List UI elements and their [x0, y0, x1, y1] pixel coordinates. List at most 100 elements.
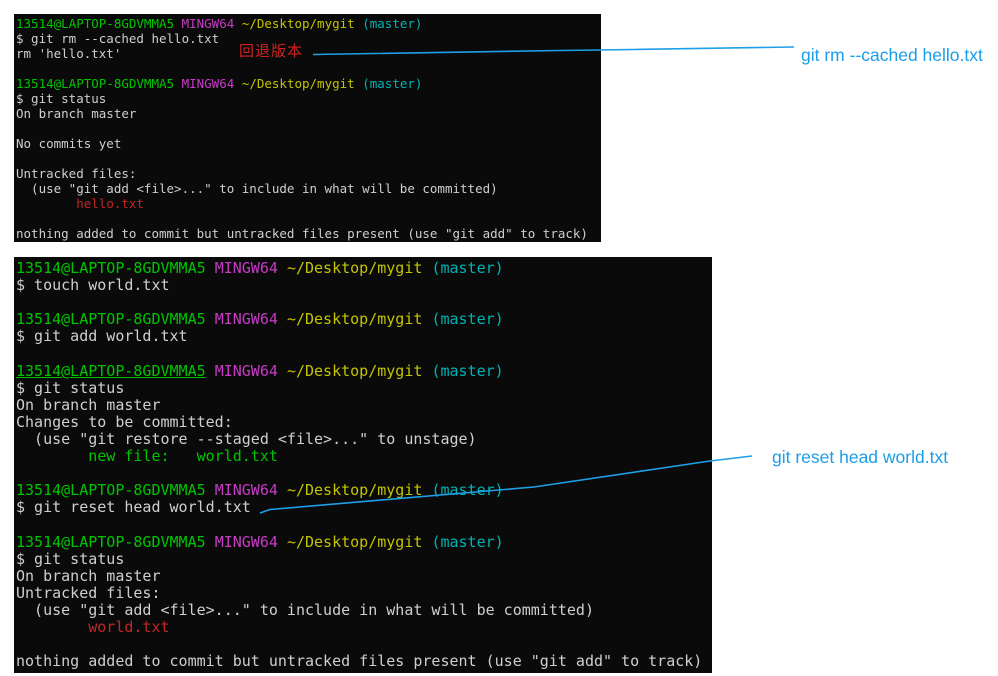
terminal-text-segment: (use "git add <file>..." to include in w…: [16, 601, 594, 619]
terminal-text-segment: (master): [431, 533, 503, 551]
terminal-text-segment: $ git reset head world.txt: [16, 498, 251, 516]
terminal-text-segment: (master): [431, 259, 503, 277]
terminal-text-segment: nothing added to commit but untracked fi…: [16, 652, 702, 670]
git-bash-terminal-bottom: 13514@LAPTOP-8GDVMMA5 MINGW64 ~/Desktop/…: [14, 257, 712, 673]
terminal-text-segment: (master): [362, 16, 422, 31]
terminal-line: $ git add world.txt: [16, 328, 712, 345]
annotation-note-git-reset: git reset head world.txt: [772, 447, 948, 468]
terminal-line: [16, 516, 712, 533]
terminal-text-segment: ~/Desktop/mygit: [287, 310, 422, 328]
terminal-text-segment: ~/Desktop/mygit: [242, 76, 355, 91]
terminal-text-segment: nothing added to commit but untracked fi…: [16, 226, 588, 241]
terminal-text-segment: $ git status: [16, 379, 124, 397]
terminal-text-segment: [206, 310, 215, 328]
terminal-text-segment: (master): [431, 362, 503, 380]
terminal-text-segment: On branch master: [16, 106, 136, 121]
terminal-line: 13514@LAPTOP-8GDVMMA5 MINGW64 ~/Desktop/…: [16, 16, 601, 31]
terminal-line: Changes to be committed:: [16, 414, 712, 431]
terminal-line: 13514@LAPTOP-8GDVMMA5 MINGW64 ~/Desktop/…: [16, 76, 601, 91]
terminal-line: world.txt: [16, 619, 712, 636]
terminal-text-segment: $ git status: [16, 91, 106, 106]
terminal-text-segment: [16, 196, 76, 211]
terminal-line: [16, 636, 712, 653]
terminal-text-segment: ~/Desktop/mygit: [242, 16, 355, 31]
terminal-line: (use "git restore --staged <file>..." to…: [16, 431, 712, 448]
terminal-line: On branch master: [16, 397, 712, 414]
terminal-text-segment: [278, 533, 287, 551]
terminal-text-segment: [206, 533, 215, 551]
terminal-text-segment: MINGW64: [182, 76, 235, 91]
terminal-text-segment: new file: world.txt: [88, 447, 278, 465]
terminal-text-segment: [16, 447, 88, 465]
terminal-line: [16, 61, 601, 76]
terminal-text-segment: No commits yet: [16, 136, 121, 151]
terminal-line: $ git rm --cached hello.txt: [16, 31, 601, 46]
terminal-text-segment: hello.txt: [76, 196, 144, 211]
terminal-text-segment: [174, 16, 182, 31]
terminal-line: $ git reset head world.txt: [16, 499, 712, 516]
terminal-line: rm 'hello.txt': [16, 46, 601, 61]
terminal-text-segment: [206, 481, 215, 499]
terminal-line: [16, 211, 601, 226]
terminal-text-segment: [278, 362, 287, 380]
terminal-text-segment: Untracked files:: [16, 166, 136, 181]
terminal-text-segment: (use "git add <file>..." to include in w…: [16, 181, 498, 196]
terminal-line: 13514@LAPTOP-8GDVMMA5 MINGW64 ~/Desktop/…: [16, 311, 712, 328]
terminal-text-segment: ~/Desktop/mygit: [287, 259, 422, 277]
terminal-line: 13514@LAPTOP-8GDVMMA5 MINGW64 ~/Desktop/…: [16, 482, 712, 499]
terminal-text-segment: On branch master: [16, 396, 161, 414]
terminal-text-segment: $ git rm --cached hello.txt: [16, 31, 219, 46]
terminal-text-segment: MINGW64: [215, 533, 278, 551]
terminal-line: nothing added to commit but untracked fi…: [16, 653, 712, 670]
terminal-line: Untracked files:: [16, 585, 712, 602]
terminal-text-segment: [206, 259, 215, 277]
terminal-text-segment: Changes to be committed:: [16, 413, 233, 431]
terminal-line: Untracked files:: [16, 166, 601, 181]
terminal-line: [16, 121, 601, 136]
terminal-text-segment: $ touch world.txt: [16, 276, 170, 294]
terminal-text-segment: (master): [431, 310, 503, 328]
terminal-line: [16, 294, 712, 311]
terminal-text-segment: MINGW64: [215, 259, 278, 277]
terminal-line: 13514@LAPTOP-8GDVMMA5 MINGW64 ~/Desktop/…: [16, 363, 712, 380]
terminal-line: (use "git add <file>..." to include in w…: [16, 602, 712, 619]
terminal-text-segment: 13514@LAPTOP-8GDVMMA5: [16, 481, 206, 499]
terminal-text-segment: rm 'hello.txt': [16, 46, 121, 61]
terminal-line: $ git status: [16, 380, 712, 397]
terminal-line: 13514@LAPTOP-8GDVMMA5 MINGW64 ~/Desktop/…: [16, 534, 712, 551]
terminal-line: On branch master: [16, 568, 712, 585]
terminal-line: On branch master: [16, 106, 601, 121]
annotation-note-git-rm: git rm --cached hello.txt: [801, 45, 983, 66]
terminal-text-segment: [278, 259, 287, 277]
terminal-line: new file: world.txt: [16, 448, 712, 465]
terminal-line: No commits yet: [16, 136, 601, 151]
terminal-text-segment: 13514@LAPTOP-8GDVMMA5: [16, 310, 206, 328]
terminal-text-segment: [278, 481, 287, 499]
terminal-text-segment: 13514@LAPTOP-8GDVMMA5: [16, 16, 174, 31]
terminal-text-segment: MINGW64: [215, 481, 278, 499]
terminal-text-segment: (master): [362, 76, 422, 91]
terminal-text-segment: MINGW64: [215, 310, 278, 328]
terminal-text-segment: [16, 618, 88, 636]
terminal-text-segment: ~/Desktop/mygit: [287, 362, 422, 380]
terminal-text-segment: 13514@LAPTOP-8GDVMMA5: [16, 362, 206, 380]
terminal-text-segment: MINGW64: [215, 362, 278, 380]
terminal-line: hello.txt: [16, 196, 601, 211]
terminal-text-segment: On branch master: [16, 567, 161, 585]
terminal-text-segment: (master): [431, 481, 503, 499]
terminal-line: 13514@LAPTOP-8GDVMMA5 MINGW64 ~/Desktop/…: [16, 260, 712, 277]
terminal-text-segment: MINGW64: [182, 16, 235, 31]
terminal-line: [16, 465, 712, 482]
terminal-text-segment: Untracked files:: [16, 584, 161, 602]
git-bash-terminal-top: 13514@LAPTOP-8GDVMMA5 MINGW64 ~/Desktop/…: [14, 14, 601, 242]
terminal-line: (use "git add <file>..." to include in w…: [16, 181, 601, 196]
terminal-text-segment: ~/Desktop/mygit: [287, 481, 422, 499]
terminal-text-segment: [206, 362, 215, 380]
terminal-text-segment: [234, 76, 242, 91]
terminal-text-segment: world.txt: [88, 618, 169, 636]
terminal-text-segment: $ git status: [16, 550, 124, 568]
terminal-line: $ touch world.txt: [16, 277, 712, 294]
terminal-line: [16, 151, 601, 166]
terminal-text-segment: 13514@LAPTOP-8GDVMMA5: [16, 76, 174, 91]
terminal-text-segment: ~/Desktop/mygit: [287, 533, 422, 551]
